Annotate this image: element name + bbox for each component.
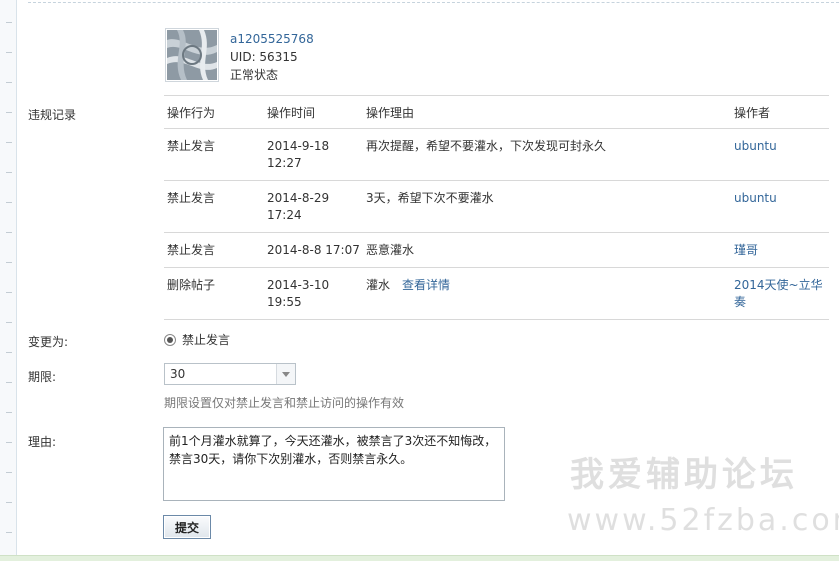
cell-action: 禁止发言 — [164, 128, 264, 181]
cell-operator[interactable]: ubuntu — [731, 128, 829, 181]
header-time: 操作时间 — [264, 95, 363, 129]
cell-time: 2014-8-29 17:24 — [264, 180, 363, 233]
chevron-down-icon[interactable] — [276, 364, 295, 384]
bottom-strip — [0, 555, 839, 561]
cell-time-date: 2014-9-18 — [267, 139, 330, 153]
cell-operator[interactable]: 瑾哥 — [731, 232, 829, 268]
table-row: 禁止发言 2014-9-18 12:27 再次提醒，希望不要灌水，下次发现可封永久… — [164, 128, 829, 181]
cell-reason: 灌水 查看详情 — [363, 267, 731, 320]
table-header-row: 操作行为 操作时间 操作理由 操作者 — [164, 95, 829, 129]
violation-records-table: 操作行为 操作时间 操作理由 操作者 禁止发言 2014-9-18 12:27 再… — [164, 95, 829, 320]
table-row: 删除帖子 2014-3-10 19:55 灌水 查看详情 2014天使~立华奏 — [164, 267, 829, 320]
duration-select-value: 30 — [170, 367, 186, 381]
cell-time-clock: 12:27 — [267, 156, 302, 170]
table-row: 禁止发言 2014-8-8 17:07 恶意灌水 瑾哥 — [164, 232, 829, 268]
cell-reason-text: 灌水 — [366, 278, 391, 292]
cell-action: 禁止发言 — [164, 180, 264, 233]
operator-link[interactable]: ubuntu — [734, 191, 777, 205]
cell-time-date: 2014-8-29 — [267, 191, 330, 205]
operator-link[interactable]: 2014天使~立华 — [734, 278, 823, 292]
cell-time-date: 2014-8-8 17:07 — [267, 243, 360, 257]
watermark-title: 我爱辅助论坛 — [570, 455, 798, 495]
operator-link-cont[interactable]: 奏 — [734, 295, 746, 309]
cell-reason: 恶意灌水 — [363, 232, 731, 268]
ban-post-radio-option[interactable]: 禁止发言 — [164, 331, 230, 348]
user-status: 正常状态 — [230, 68, 279, 82]
cell-action: 禁止发言 — [164, 232, 264, 268]
duration-hint: 期限设置仅对禁止发言和禁止访问的操作有效 — [164, 396, 405, 410]
watermark-url: www.52fzba.com — [567, 503, 839, 538]
header-operator: 操作者 — [731, 95, 829, 129]
reason-textarea[interactable]: 前1个月灌水就算了，今天还灌水，被禁言了3次还不知悔改，禁言30天，请你下次别灌… — [163, 427, 505, 501]
user-info: a1205525768 UID: 56315 正常状态 — [230, 30, 430, 84]
operator-link[interactable]: 瑾哥 — [734, 243, 758, 257]
change-to-label: 变更为: — [28, 335, 69, 349]
table-row: 禁止发言 2014-8-29 17:24 3天，希望下次不要灌水 ubuntu — [164, 180, 829, 233]
avatar[interactable] — [165, 28, 219, 82]
top-divider — [28, 2, 839, 3]
cell-time: 2014-3-10 19:55 — [264, 267, 363, 320]
operator-link[interactable]: ubuntu — [734, 139, 777, 153]
header-action: 操作行为 — [164, 95, 264, 129]
avatar-image-icon — [167, 30, 217, 80]
radio-button[interactable] — [164, 333, 176, 346]
cell-time-clock: 17:24 — [267, 208, 302, 222]
cell-operator[interactable]: ubuntu — [731, 180, 829, 233]
user-uid: UID: 56315 — [230, 50, 298, 64]
header-reason: 操作理由 — [363, 95, 731, 129]
cell-action: 删除帖子 — [164, 267, 264, 320]
radio-selected-dot — [167, 336, 173, 343]
cell-operator[interactable]: 2014天使~立华奏 — [731, 267, 829, 320]
duration-select[interactable]: 30 — [164, 363, 296, 385]
reason-label: 理由: — [28, 435, 57, 449]
cell-time: 2014-9-18 12:27 — [264, 128, 363, 181]
cell-time: 2014-8-8 17:07 — [264, 232, 363, 268]
radio-label[interactable]: 禁止发言 — [182, 331, 230, 348]
submit-button[interactable]: 提交 — [163, 515, 211, 539]
cell-reason: 再次提醒，希望不要灌水，下次发现可封永久 — [363, 128, 731, 181]
left-gutter — [0, 0, 17, 561]
username-link[interactable]: a1205525768 — [230, 30, 430, 48]
cell-time-date: 2014-3-10 — [267, 278, 330, 292]
view-detail-link[interactable]: 查看详情 — [402, 278, 450, 292]
records-label: 违规记录 — [28, 108, 77, 122]
cell-time-clock: 19:55 — [267, 295, 302, 309]
cell-reason: 3天，希望下次不要灌水 — [363, 180, 731, 233]
duration-label: 期限: — [28, 370, 57, 384]
